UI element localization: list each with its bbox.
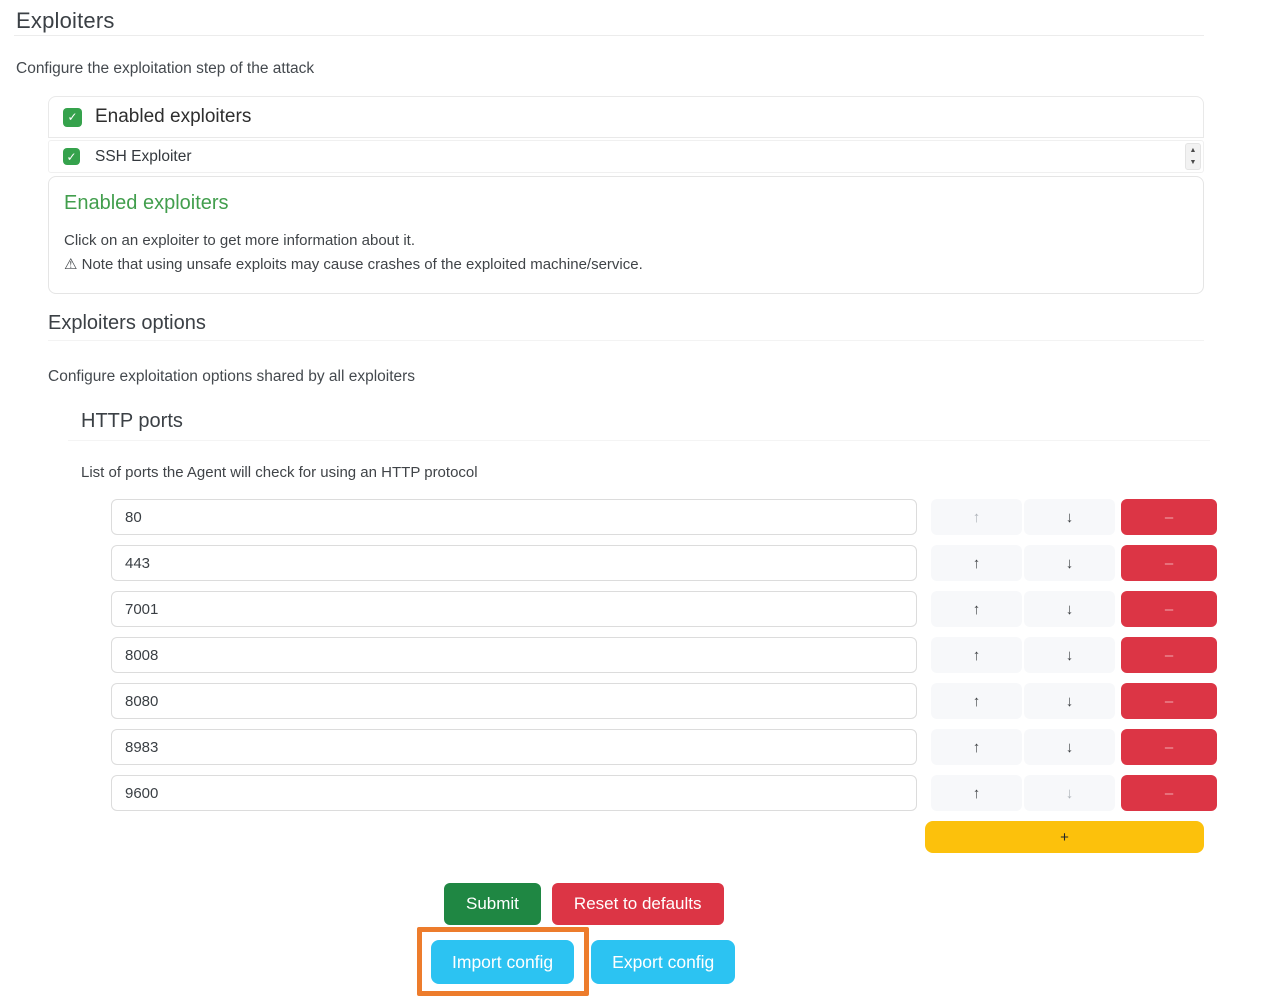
exploiters-options-subtitle: Configure exploitation options shared by… [48, 367, 1275, 387]
http-ports-description: List of ports the Agent will check for u… [81, 463, 1275, 482]
port-input[interactable] [111, 545, 917, 581]
remove-port-button[interactable]: – [1121, 545, 1217, 581]
http-ports-list: ↑ ↓ – ↑ ↓ – ↑ ↓ – ↑ ↓ – ↑ ↓ – ↑ ↓ – ↑ ↓ … [111, 499, 1275, 811]
move-down-button[interactable]: ↓ [1024, 775, 1115, 811]
port-row: ↑ ↓ – [111, 637, 1275, 673]
import-config-button[interactable]: Import config [431, 940, 574, 984]
port-input[interactable] [111, 775, 917, 811]
options-divider [48, 340, 1204, 341]
info-panel-line1: Click on an exploiter to get more inform… [64, 229, 1187, 253]
move-down-button[interactable]: ↓ [1024, 499, 1115, 535]
move-up-button[interactable]: ↑ [931, 545, 1022, 581]
info-panel-title: Enabled exploiters [64, 190, 1187, 216]
scroll-up-icon[interactable]: ▲ [1190, 147, 1197, 154]
move-down-button[interactable]: ↓ [1024, 637, 1115, 673]
move-up-button[interactable]: ↑ [931, 729, 1022, 765]
page-title: Exploiters [16, 7, 1275, 34]
form-actions: Submit Reset to defaults [444, 883, 1275, 925]
remove-port-button[interactable]: – [1121, 683, 1217, 719]
reset-defaults-button[interactable]: Reset to defaults [552, 883, 724, 925]
exploiter-info-panel: Enabled exploiters Click on an exploiter… [48, 176, 1204, 294]
port-row: ↑ ↓ – [111, 683, 1275, 719]
exploiters-options-title: Exploiters options [48, 310, 1275, 336]
page-subtitle: Configure the exploitation step of the a… [16, 59, 1275, 79]
enabled-exploiters-label: Enabled exploiters [95, 106, 251, 128]
port-row: ↑ ↓ – [111, 729, 1275, 765]
port-input[interactable] [111, 729, 917, 765]
move-up-button[interactable]: ↑ [931, 499, 1022, 535]
move-down-button[interactable]: ↓ [1024, 729, 1115, 765]
remove-port-button[interactable]: – [1121, 499, 1217, 535]
info-panel-line2: ⚠ Note that using unsafe exploits may ca… [64, 253, 1187, 277]
enabled-exploiters-checkbox[interactable]: ✓ [63, 108, 82, 127]
move-down-button[interactable]: ↓ [1024, 591, 1115, 627]
port-input[interactable] [111, 591, 917, 627]
exploiter-list-scrollbar[interactable]: ▲ ▼ [1185, 143, 1201, 170]
remove-port-button[interactable]: – [1121, 637, 1217, 673]
enabled-exploiters-header[interactable]: ✓ Enabled exploiters [48, 96, 1204, 138]
move-down-button[interactable]: ↓ [1024, 545, 1115, 581]
title-divider [14, 35, 1204, 36]
import-config-highlight: Import config [417, 927, 589, 996]
scroll-down-icon[interactable]: ▼ [1190, 159, 1197, 166]
exploiter-row-ssh[interactable]: ✓ SSH Exploiter ▲ ▼ [48, 140, 1204, 173]
port-row: ↑ ↓ – [111, 499, 1275, 535]
move-down-button[interactable]: ↓ [1024, 683, 1115, 719]
config-actions: Import config Export config [417, 927, 1275, 996]
add-port-button[interactable]: + [925, 821, 1204, 853]
remove-port-button[interactable]: – [1121, 591, 1217, 627]
export-config-wrap: Export config [591, 940, 735, 984]
move-up-button[interactable]: ↑ [931, 591, 1022, 627]
ssh-exploiter-checkbox[interactable]: ✓ [63, 148, 80, 165]
port-input[interactable] [111, 637, 917, 673]
port-row: ↑ ↓ – [111, 775, 1275, 811]
move-up-button[interactable]: ↑ [931, 683, 1022, 719]
export-config-button[interactable]: Export config [591, 940, 735, 984]
http-ports-title: HTTP ports [81, 408, 1275, 435]
submit-button[interactable]: Submit [444, 883, 541, 925]
remove-port-button[interactable]: – [1121, 729, 1217, 765]
port-input[interactable] [111, 499, 917, 535]
port-row: ↑ ↓ – [111, 545, 1275, 581]
move-up-button[interactable]: ↑ [931, 637, 1022, 673]
move-up-button[interactable]: ↑ [931, 775, 1022, 811]
port-input[interactable] [111, 683, 917, 719]
exploiters-panel: ✓ Enabled exploiters ✓ SSH Exploiter ▲ ▼… [48, 96, 1204, 294]
port-row: ↑ ↓ – [111, 591, 1275, 627]
http-ports-divider [68, 440, 1210, 441]
remove-port-button[interactable]: – [1121, 775, 1217, 811]
ssh-exploiter-label: SSH Exploiter [95, 148, 191, 166]
